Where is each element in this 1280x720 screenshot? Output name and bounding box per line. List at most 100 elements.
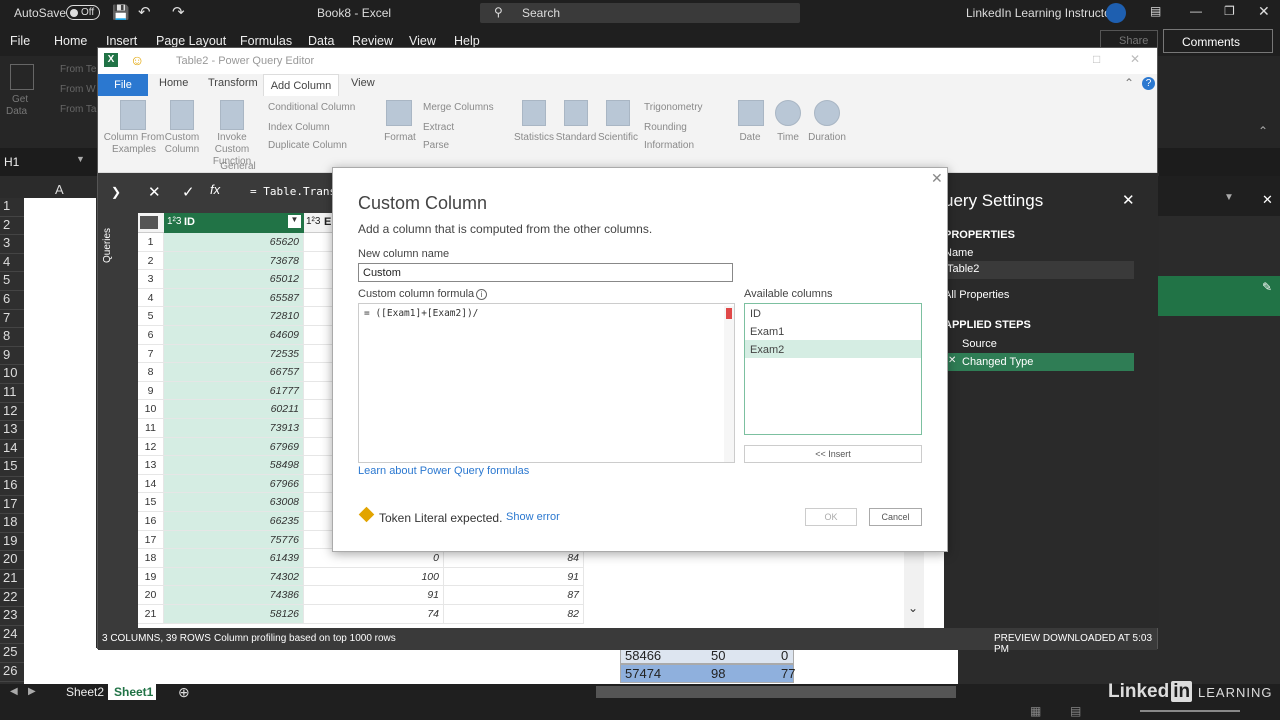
information-button[interactable]: Information <box>644 140 734 152</box>
cell[interactable]: 72535 <box>164 344 304 364</box>
merge-columns-button[interactable]: Merge Columns <box>423 102 513 114</box>
cell[interactable]: 7 <box>138 344 164 364</box>
excel-query-item[interactable]: ✎ <box>1158 276 1280 316</box>
cell[interactable]: 82 <box>444 605 584 624</box>
cell[interactable]: 74302 <box>164 567 304 587</box>
row-header[interactable]: 6 <box>0 291 24 310</box>
cell-area-bottom[interactable] <box>96 648 958 684</box>
row-header[interactable]: 5 <box>0 272 24 291</box>
ribbon-collapse-icon[interactable]: ⌃ <box>1124 76 1134 90</box>
table-row[interactable]: 57474 98 77 <box>620 664 795 683</box>
cell[interactable]: 65012 <box>164 270 304 289</box>
column-header-a[interactable]: A <box>55 182 64 197</box>
refresh-icon[interactable]: ✎ <box>1262 280 1272 294</box>
whole-number-type-icon[interactable]: 1²3 <box>167 216 181 227</box>
row-header[interactable]: 14 <box>0 440 24 459</box>
cell[interactable]: 87 <box>444 586 584 605</box>
cell[interactable]: 63008 <box>164 493 304 512</box>
name-box[interactable]: H1 <box>4 155 19 169</box>
cell[interactable]: 67969 <box>164 437 304 457</box>
step-source[interactable]: Source <box>944 335 1134 353</box>
comments-button[interactable]: Comments <box>1163 29 1273 53</box>
step-changed-type[interactable]: ✕ Changed Type <box>944 353 1134 371</box>
all-properties-link[interactable]: All Properties <box>944 289 1009 301</box>
row-header[interactable]: 24 <box>0 626 24 645</box>
tab-review[interactable]: Review <box>352 34 393 48</box>
cell[interactable]: 73678 <box>164 251 304 271</box>
help-icon[interactable]: ? <box>1142 77 1155 90</box>
cell[interactable]: 10 <box>138 400 164 419</box>
cell[interactable]: 15 <box>138 493 164 512</box>
pq-tab-add-column[interactable]: Add Column <box>263 74 339 96</box>
cell[interactable]: 66235 <box>164 512 304 531</box>
redo-icon[interactable]: ↷ <box>172 3 185 21</box>
cell[interactable]: 75776 <box>164 530 304 550</box>
learn-link[interactable]: Learn about Power Query formulas <box>358 465 529 477</box>
cell[interactable]: 20 <box>138 586 164 605</box>
pq-tab-file[interactable]: File <box>98 74 148 96</box>
get-data-label[interactable]: Get <box>12 94 28 105</box>
cell[interactable]: 6 <box>138 326 164 345</box>
restore-icon[interactable]: ❐ <box>1224 4 1235 18</box>
pq-tab-transform[interactable]: Transform <box>208 77 258 89</box>
parse-button[interactable]: Parse <box>423 140 513 152</box>
close-side-pane-icon[interactable]: ✕ <box>1262 192 1273 208</box>
formula-editor[interactable]: = ([Exam1]+[Exam2])/ <box>358 303 735 463</box>
minimize-icon[interactable]: — <box>1190 4 1202 18</box>
cell[interactable]: 11 <box>138 419 164 438</box>
tab-data[interactable]: Data <box>308 34 334 48</box>
table-row[interactable]: 20 74386 91 87 <box>138 586 584 605</box>
whole-number-type-icon[interactable]: 1²3 <box>306 216 320 227</box>
autosave-toggle[interactable]: Off <box>66 5 100 20</box>
cell[interactable]: 21 <box>138 605 164 624</box>
cell[interactable]: 58126 <box>164 605 304 624</box>
sheet-tab-sheet1[interactable]: Sheet1 <box>108 684 156 700</box>
row-header[interactable]: 16 <box>0 477 24 496</box>
row-header[interactable]: 2 <box>0 217 24 236</box>
standard-button[interactable]: Standard <box>554 132 598 144</box>
cell[interactable]: 66757 <box>164 363 304 382</box>
cell[interactable]: 74 <box>304 605 444 624</box>
sheet-nav-right-icon[interactable]: ▶ <box>28 686 36 697</box>
list-item[interactable]: Exam1 <box>745 322 921 340</box>
column-header-exam1[interactable]: E <box>324 216 331 228</box>
row-header[interactable]: 10 <box>0 365 24 384</box>
cell[interactable]: 64609 <box>164 326 304 345</box>
column-header-id[interactable]: 1²3 ID ▼ <box>164 213 304 233</box>
cell[interactable]: 2 <box>138 251 164 271</box>
row-header[interactable]: 12 <box>0 403 24 422</box>
tab-formulas[interactable]: Formulas <box>240 34 292 48</box>
cell[interactable]: 60211 <box>164 400 304 419</box>
cell[interactable]: 5 <box>138 307 164 326</box>
new-column-name-input[interactable] <box>358 263 733 282</box>
queries-expand-icon[interactable]: ❯ <box>111 185 121 199</box>
cell[interactable]: 58498 <box>164 456 304 475</box>
row-header[interactable]: 4 <box>0 254 24 273</box>
cell[interactable]: 61777 <box>164 381 304 401</box>
delete-step-icon[interactable]: ✕ <box>948 355 956 366</box>
save-icon[interactable]: 💾 <box>112 4 129 21</box>
cell[interactable]: 1 <box>138 233 164 252</box>
pq-maximize-icon[interactable]: □ <box>1093 52 1100 66</box>
list-item[interactable]: ID <box>745 304 921 322</box>
sheet-tab-sheet2[interactable]: Sheet2 <box>66 685 104 699</box>
extract-button[interactable]: Extract <box>423 122 513 134</box>
date-button[interactable]: Date <box>730 132 770 144</box>
ribbon-collapse-icon[interactable]: ⌃ <box>1258 124 1268 138</box>
smiley-feedback-icon[interactable]: ☺ <box>130 52 144 68</box>
row-header[interactable]: 15 <box>0 458 24 477</box>
cell[interactable]: 18 <box>138 549 164 568</box>
row-header[interactable]: 3 <box>0 235 24 254</box>
cancel-button[interactable]: Cancel <box>869 508 922 526</box>
info-icon[interactable]: i <box>476 289 487 300</box>
cancel-formula-icon[interactable]: ✕ <box>148 183 161 201</box>
ok-button[interactable]: OK <box>805 508 857 526</box>
cell[interactable]: 19 <box>138 567 164 587</box>
trigonometry-button[interactable]: Trigonometry <box>644 102 734 114</box>
profiling-status[interactable]: Column profiling based on top 1000 rows <box>214 633 396 644</box>
row-header[interactable]: 13 <box>0 421 24 440</box>
cell[interactable]: 61439 <box>164 549 304 568</box>
conditional-column-button[interactable]: Conditional Column <box>268 102 378 114</box>
from-web-button[interactable]: From W <box>60 84 96 95</box>
avatar[interactable] <box>1106 3 1126 23</box>
